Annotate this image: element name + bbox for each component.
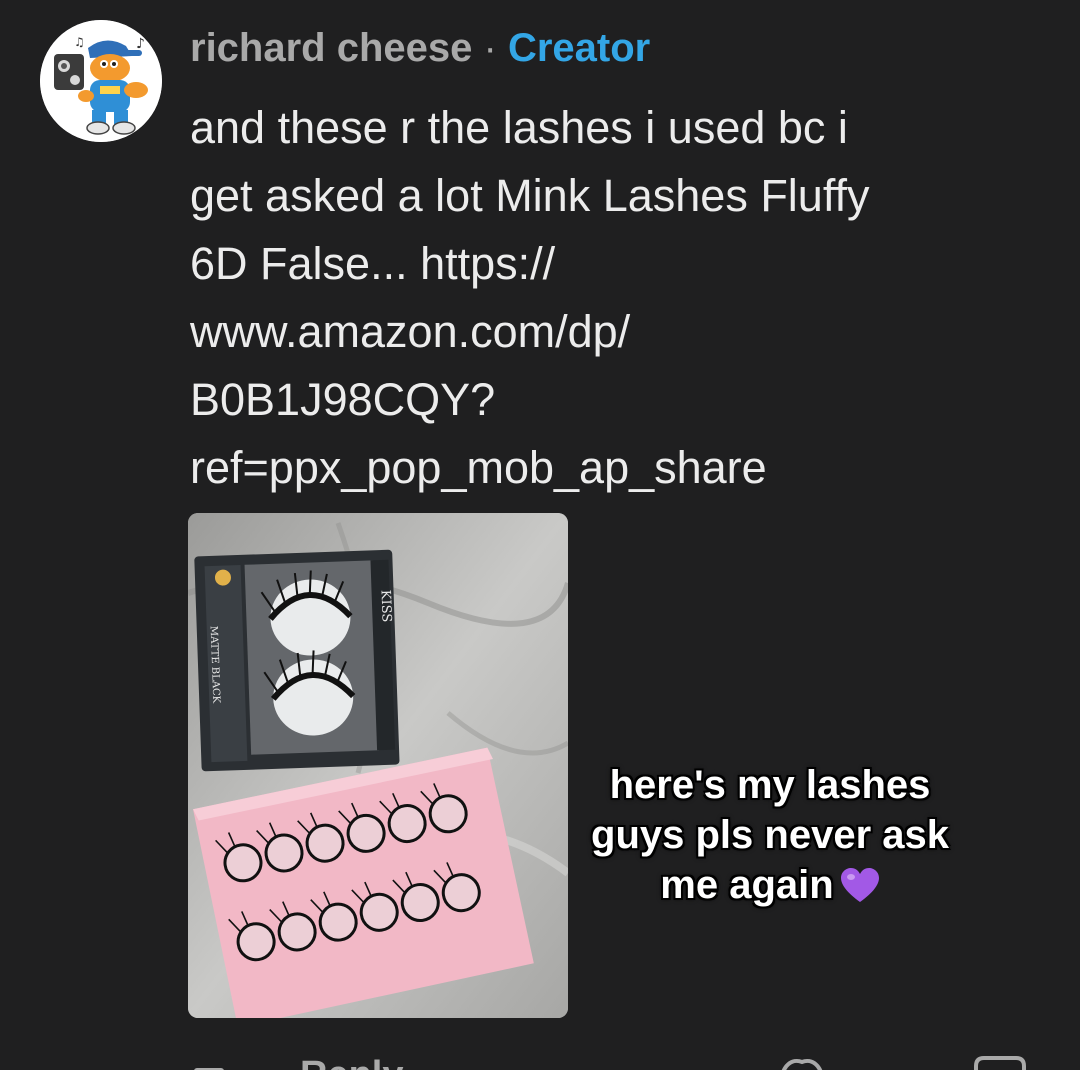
dislike-count-icon[interactable] bbox=[842, 1052, 872, 1070]
attached-photo[interactable]: KISS MATTE BLACK bbox=[188, 513, 568, 1018]
overlay-caption-text: here's my lashes guys pls never ask me a… bbox=[591, 763, 949, 907]
heart-outline-icon[interactable] bbox=[776, 1052, 836, 1070]
separator: · bbox=[483, 26, 497, 70]
svg-text:♪: ♪ bbox=[136, 36, 145, 52]
share-icon[interactable] bbox=[970, 1052, 1030, 1070]
cartoon-cat-avatar-icon: ♪ ♫ bbox=[40, 20, 162, 142]
svg-text:♫: ♫ bbox=[74, 35, 85, 49]
like-count-icon[interactable] bbox=[190, 1052, 230, 1070]
comment-footer: Reply bbox=[0, 1040, 1080, 1070]
svg-text:KISS: KISS bbox=[378, 590, 394, 623]
overlay-caption: here's my lashes guys pls never ask me a… bbox=[570, 760, 970, 916]
username[interactable]: richard cheese bbox=[190, 26, 472, 70]
avatar[interactable]: ♪ ♫ bbox=[40, 20, 162, 142]
creator-badge: Creator bbox=[507, 26, 651, 70]
comment-screen: ♪ ♫ richard cheese · Creator and these r… bbox=[0, 0, 1080, 1070]
lashes-photo-image: KISS MATTE BLACK bbox=[188, 513, 568, 1018]
comment-text[interactable]: and these r the lashes i used bc i get a… bbox=[190, 94, 1050, 502]
reply-button[interactable]: Reply bbox=[300, 1054, 403, 1070]
comment-header: richard cheese · Creator bbox=[190, 24, 650, 72]
purple-heart-icon bbox=[840, 866, 880, 916]
